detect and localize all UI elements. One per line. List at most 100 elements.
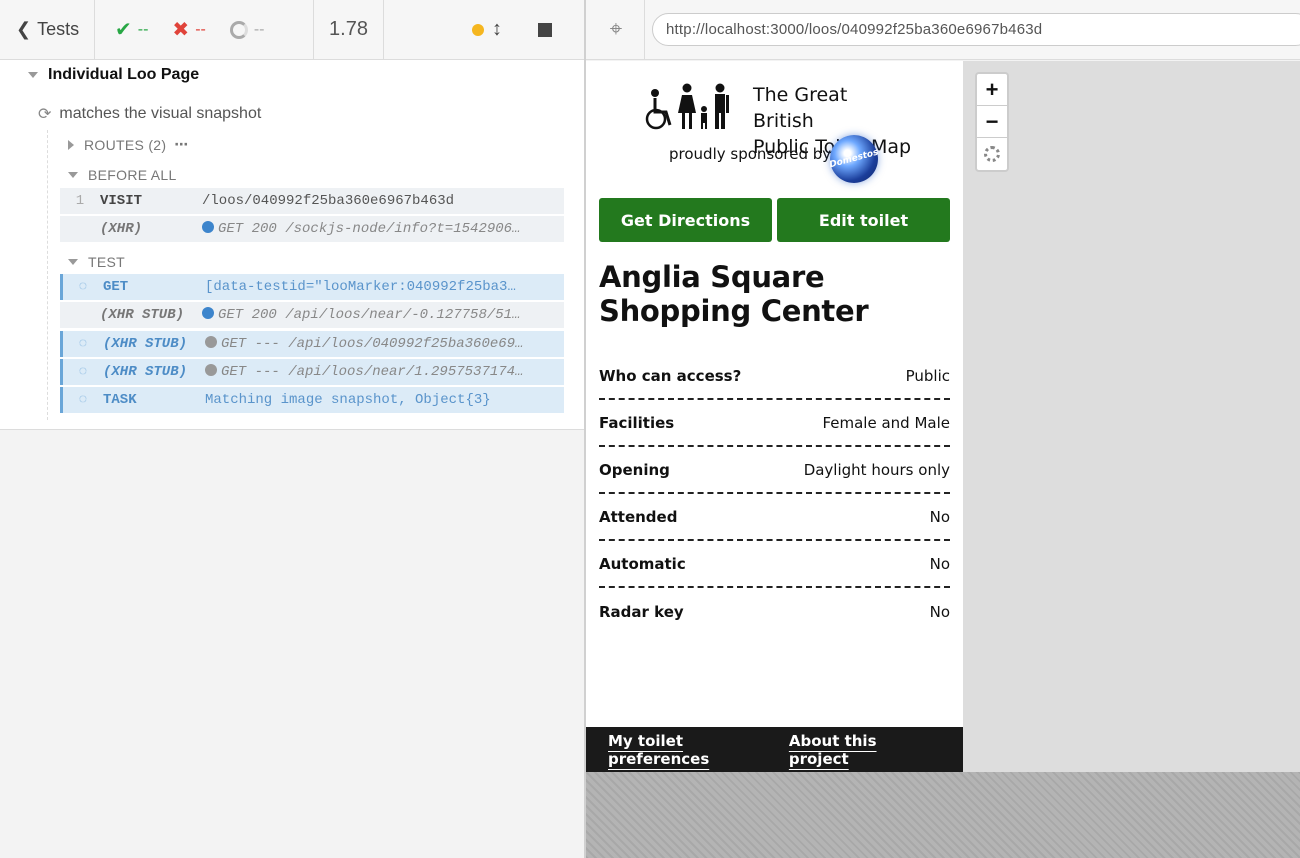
command-row[interactable]: ◌ (XHR STUB) GET --- /api/loos/near/1.29… bbox=[60, 359, 564, 385]
command-message: /loos/040992f25ba360e6967b463d bbox=[202, 193, 455, 209]
aut-background bbox=[586, 772, 1300, 858]
sponsor-text: proudly sponsored by bbox=[669, 145, 832, 163]
caret-down-icon bbox=[68, 259, 78, 265]
command-log: Individual Loo Page ⟳ matches the visual… bbox=[0, 60, 585, 430]
url-bar[interactable]: http://localhost:3000/loos/040992f25ba36… bbox=[652, 13, 1300, 46]
property-value: No bbox=[929, 554, 950, 573]
before-all-hook[interactable]: BEFORE ALL bbox=[68, 167, 177, 183]
command-name: (XHR STUB) bbox=[100, 307, 185, 323]
command-name: GET bbox=[103, 279, 129, 295]
spinner-icon: ◌ bbox=[78, 364, 88, 380]
command-message: GET 200 /sockjs-node/info?t=1542906… bbox=[202, 221, 564, 237]
property-key: Who can access? bbox=[599, 366, 742, 385]
property-value: No bbox=[929, 507, 950, 526]
property-row: Automatic No bbox=[599, 541, 950, 588]
routes-toggle[interactable]: ROUTES (2) ⋯ bbox=[68, 136, 189, 153]
pending-stat: -- bbox=[229, 20, 265, 39]
selector-playground-icon[interactable]: ⌖ bbox=[604, 17, 628, 41]
property-row: Who can access? Public bbox=[599, 353, 950, 400]
duration: 1.78 bbox=[314, 0, 384, 59]
zoom-control: + − bbox=[975, 72, 1009, 172]
property-key: Opening bbox=[599, 460, 670, 479]
command-row[interactable]: ◌ (XHR STUB) GET --- /api/loos/040992f25… bbox=[60, 331, 564, 357]
command-message: GET --- /api/loos/040992f25ba360e69… bbox=[205, 336, 564, 352]
command-name: (XHR STUB) bbox=[103, 364, 188, 380]
toggle-auto-scroll-icon[interactable]: ↕ bbox=[492, 18, 502, 41]
command-row[interactable]: (XHR) GET 200 /sockjs-node/info?t=154290… bbox=[60, 216, 564, 242]
property-value: No bbox=[929, 602, 950, 621]
property-row: Opening Daylight hours only bbox=[599, 447, 950, 494]
caret-down-icon bbox=[68, 172, 78, 178]
command-row[interactable]: ◌ GET [data-testid="looMarker:040992f25b… bbox=[60, 274, 564, 300]
running-indicator-icon bbox=[472, 23, 484, 36]
chevron-left-icon: ❮ bbox=[16, 19, 32, 39]
suite-title[interactable]: Individual Loo Page bbox=[28, 66, 199, 84]
test-hook[interactable]: TEST bbox=[68, 254, 125, 270]
hooks-guide-line bbox=[47, 130, 48, 420]
command-number: 1 bbox=[75, 193, 85, 209]
loading-spinner-icon bbox=[984, 146, 1000, 162]
command-name: TASK bbox=[103, 392, 137, 408]
edit-toilet-button[interactable]: Edit toilet bbox=[777, 198, 950, 242]
command-row[interactable]: ◌ TASK Matching image snapshot, Object{3… bbox=[60, 387, 564, 413]
reporter-header: ❮ Tests ✔ -- ✖ -- -- 1.78 ↕ bbox=[0, 0, 585, 60]
command-name: (XHR) bbox=[100, 221, 143, 237]
caret-right-icon bbox=[68, 139, 74, 150]
failed-count: -- bbox=[195, 20, 206, 38]
command-message: [data-testid="looMarker:040992f25ba3… bbox=[205, 279, 516, 295]
running-refresh-icon: ⟳ bbox=[38, 106, 52, 123]
command-name: (XHR STUB) bbox=[103, 336, 188, 352]
locate-button[interactable] bbox=[977, 138, 1007, 170]
toilet-figures-icon bbox=[645, 83, 729, 130]
tests-label: Tests bbox=[37, 19, 80, 39]
site-logo[interactable]: The Great British Public Toilet Map bbox=[642, 79, 912, 158]
check-icon: ✔ bbox=[115, 19, 132, 41]
spinner-icon: ◌ bbox=[78, 336, 88, 352]
status-dot-icon bbox=[205, 336, 217, 348]
property-key: Facilities bbox=[599, 413, 675, 432]
failed-stat: ✖ -- bbox=[172, 17, 205, 42]
test-stats: ✔ -- ✖ -- -- bbox=[95, 0, 314, 59]
status-dot-icon bbox=[202, 221, 214, 233]
divider bbox=[644, 0, 645, 60]
zoom-in-button[interactable]: + bbox=[977, 74, 1007, 106]
caret-down-icon bbox=[28, 72, 38, 78]
app-footer: My toilet preferences About this project bbox=[586, 727, 963, 772]
property-row: Radar key No bbox=[599, 588, 950, 635]
pending-ring-icon bbox=[229, 20, 248, 39]
map[interactable]: + − bbox=[963, 61, 1300, 772]
property-key: Radar key bbox=[599, 602, 684, 621]
status-dot-icon bbox=[205, 364, 217, 376]
spinner-icon: ◌ bbox=[78, 279, 88, 295]
command-message: GET 200 /api/loos/near/-0.127758/51… bbox=[202, 307, 564, 323]
command-row[interactable]: 1 VISIT /loos/040992f25ba360e6967b463d bbox=[60, 188, 564, 214]
x-icon: ✖ bbox=[172, 19, 190, 41]
property-value: Public bbox=[905, 366, 950, 385]
property-row: Facilities Female and Male bbox=[599, 400, 950, 447]
about-project-link[interactable]: About this project bbox=[789, 732, 941, 768]
tests-back-button[interactable]: ❮ Tests bbox=[0, 0, 95, 59]
passed-stat: ✔ -- bbox=[115, 17, 148, 42]
command-row[interactable]: (XHR STUB) GET 200 /api/loos/near/-0.127… bbox=[60, 302, 564, 328]
get-directions-button[interactable]: Get Directions bbox=[599, 198, 772, 242]
property-key: Automatic bbox=[599, 554, 686, 573]
toilet-preferences-link[interactable]: My toilet preferences bbox=[608, 732, 789, 768]
loo-name: Anglia Square Shopping Center bbox=[599, 260, 869, 328]
loo-panel: The Great British Public Toilet Map prou… bbox=[586, 61, 963, 772]
loo-properties: Who can access? Public Facilities Female… bbox=[599, 353, 950, 635]
property-key: Attended bbox=[599, 507, 678, 526]
pending-count: -- bbox=[253, 20, 265, 38]
property-row: Attended No bbox=[599, 494, 950, 541]
command-name: VISIT bbox=[100, 193, 143, 209]
aut-header: ⌖ http://localhost:3000/loos/040992f25ba… bbox=[586, 0, 1300, 60]
property-value: Daylight hours only bbox=[803, 460, 950, 479]
stop-button[interactable] bbox=[538, 22, 552, 37]
test-title[interactable]: ⟳ matches the visual snapshot bbox=[38, 104, 261, 124]
more-icon: ⋯ bbox=[174, 136, 189, 152]
status-dot-icon bbox=[202, 307, 214, 319]
app-frame: The Great British Public Toilet Map prou… bbox=[586, 61, 1300, 772]
zoom-out-button[interactable]: − bbox=[977, 106, 1007, 138]
property-value: Female and Male bbox=[822, 413, 950, 432]
command-message: Matching image snapshot, Object{3} bbox=[205, 392, 491, 408]
command-message: GET --- /api/loos/near/1.2957537174… bbox=[205, 364, 564, 380]
